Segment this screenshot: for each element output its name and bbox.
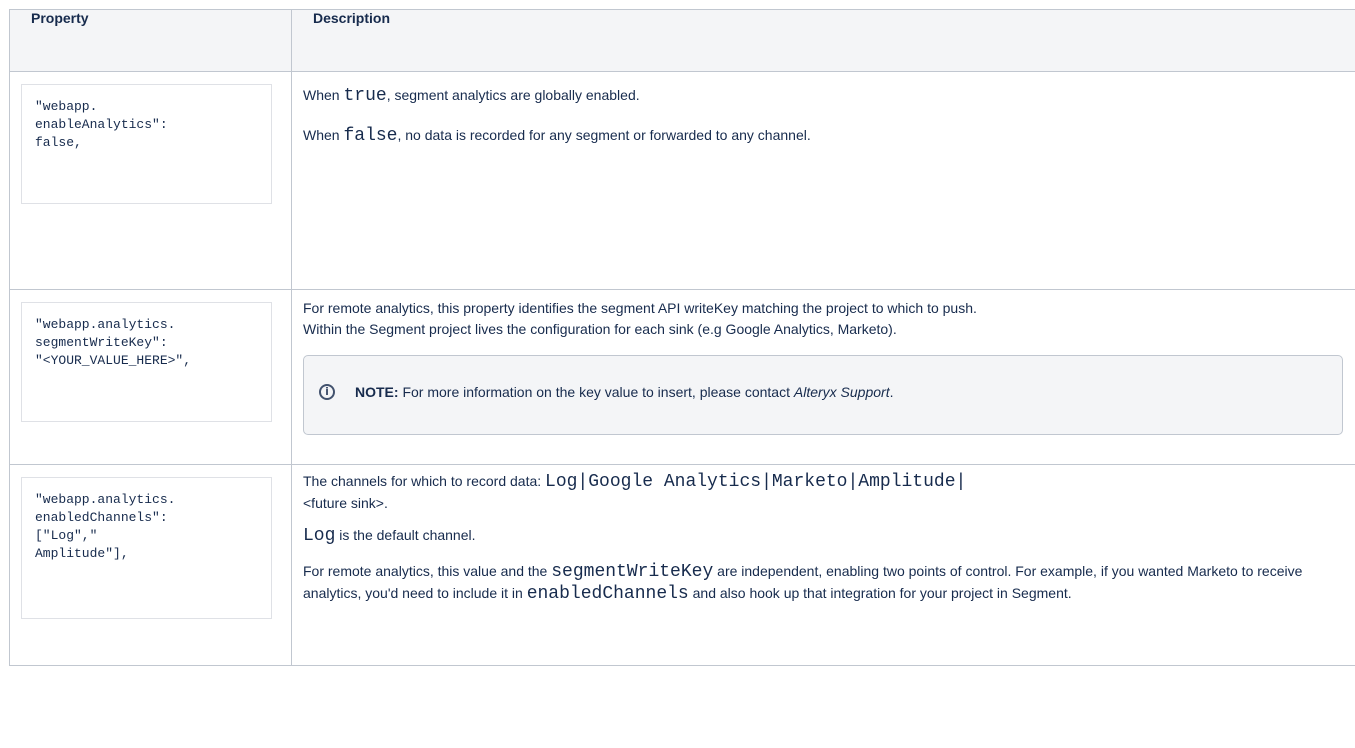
description-cell: For remote analytics, this property iden… bbox=[291, 289, 1355, 465]
description-text: , no data is recorded for any segment or… bbox=[397, 127, 811, 143]
note-body: For more information on the key value to… bbox=[398, 384, 794, 400]
table-row: "webapp.analytics. segmentWriteKey": "<Y… bbox=[9, 289, 1355, 465]
property-code: "webapp. enableAnalytics": false, bbox=[35, 99, 168, 150]
description-text: Within the Segment project lives the con… bbox=[303, 321, 897, 337]
description-text: <future sink>. bbox=[303, 495, 388, 511]
description-text: The channels for which to record data: bbox=[303, 473, 546, 489]
description-paragraph: Log is the default channel. bbox=[303, 525, 1343, 547]
alteryx-support-reference: Alteryx Support bbox=[793, 384, 890, 400]
description-cell: When true, segment analytics are globall… bbox=[291, 71, 1355, 290]
table-header-row: Property Description bbox=[9, 9, 1355, 72]
description-text: , segment analytics are globally enabled… bbox=[386, 87, 640, 103]
description-column-header: Description bbox=[291, 9, 1355, 72]
property-code: "webapp.analytics. segmentWriteKey": "<Y… bbox=[35, 317, 192, 368]
inline-code: Log bbox=[303, 526, 336, 546]
properties-table: Property Description "webapp. enableAnal… bbox=[9, 9, 1355, 666]
description-text: For remote analytics, this property iden… bbox=[303, 300, 977, 316]
code-block: "webapp.analytics. segmentWriteKey": "<Y… bbox=[21, 302, 272, 422]
info-icon: i bbox=[319, 384, 335, 400]
property-code: "webapp.analytics. enabledChannels": ["L… bbox=[35, 492, 176, 561]
table-row: "webapp. enableAnalytics": false, When t… bbox=[9, 71, 1355, 290]
note-panel: i NOTE: For more information on the key … bbox=[303, 355, 1343, 435]
inline-code: true bbox=[343, 86, 387, 106]
description-paragraph: When true, segment analytics are globall… bbox=[303, 85, 1343, 107]
property-cell: "webapp.analytics. segmentWriteKey": "<Y… bbox=[9, 289, 292, 465]
description-cell: The channels for which to record data: L… bbox=[291, 464, 1355, 666]
property-cell: "webapp.analytics. enabledChannels": ["L… bbox=[9, 464, 292, 666]
description-paragraph: The channels for which to record data: L… bbox=[303, 471, 1343, 514]
note-end: . bbox=[889, 384, 894, 400]
table-row: "webapp.analytics. enabledChannels": ["L… bbox=[9, 464, 1355, 666]
property-cell: "webapp. enableAnalytics": false, bbox=[9, 71, 292, 290]
inline-code: enabledChannels bbox=[526, 584, 689, 604]
code-block: "webapp. enableAnalytics": false, bbox=[21, 84, 272, 204]
inline-code: Log|Google Analytics|Marketo|Amplitude| bbox=[545, 472, 967, 492]
property-column-header: Property bbox=[9, 9, 292, 72]
description-text: When bbox=[303, 87, 344, 103]
code-block: "webapp.analytics. enabledChannels": ["L… bbox=[21, 477, 272, 619]
inline-code: false bbox=[343, 126, 398, 146]
inline-code: segmentWriteKey bbox=[551, 562, 714, 582]
description-text: For remote analytics, this value and the bbox=[303, 563, 552, 579]
description-text: is the default channel. bbox=[335, 527, 476, 543]
description-paragraph: When false, no data is recorded for any … bbox=[303, 125, 1343, 147]
description-paragraph: For remote analytics, this property iden… bbox=[303, 298, 1343, 340]
note-label: NOTE: bbox=[355, 384, 399, 400]
note-text: NOTE: For more information on the key va… bbox=[355, 382, 893, 403]
description-paragraph: For remote analytics, this value and the… bbox=[303, 561, 1343, 605]
description-text: and also hook up that integration for yo… bbox=[688, 585, 1072, 601]
description-text: When bbox=[303, 127, 344, 143]
